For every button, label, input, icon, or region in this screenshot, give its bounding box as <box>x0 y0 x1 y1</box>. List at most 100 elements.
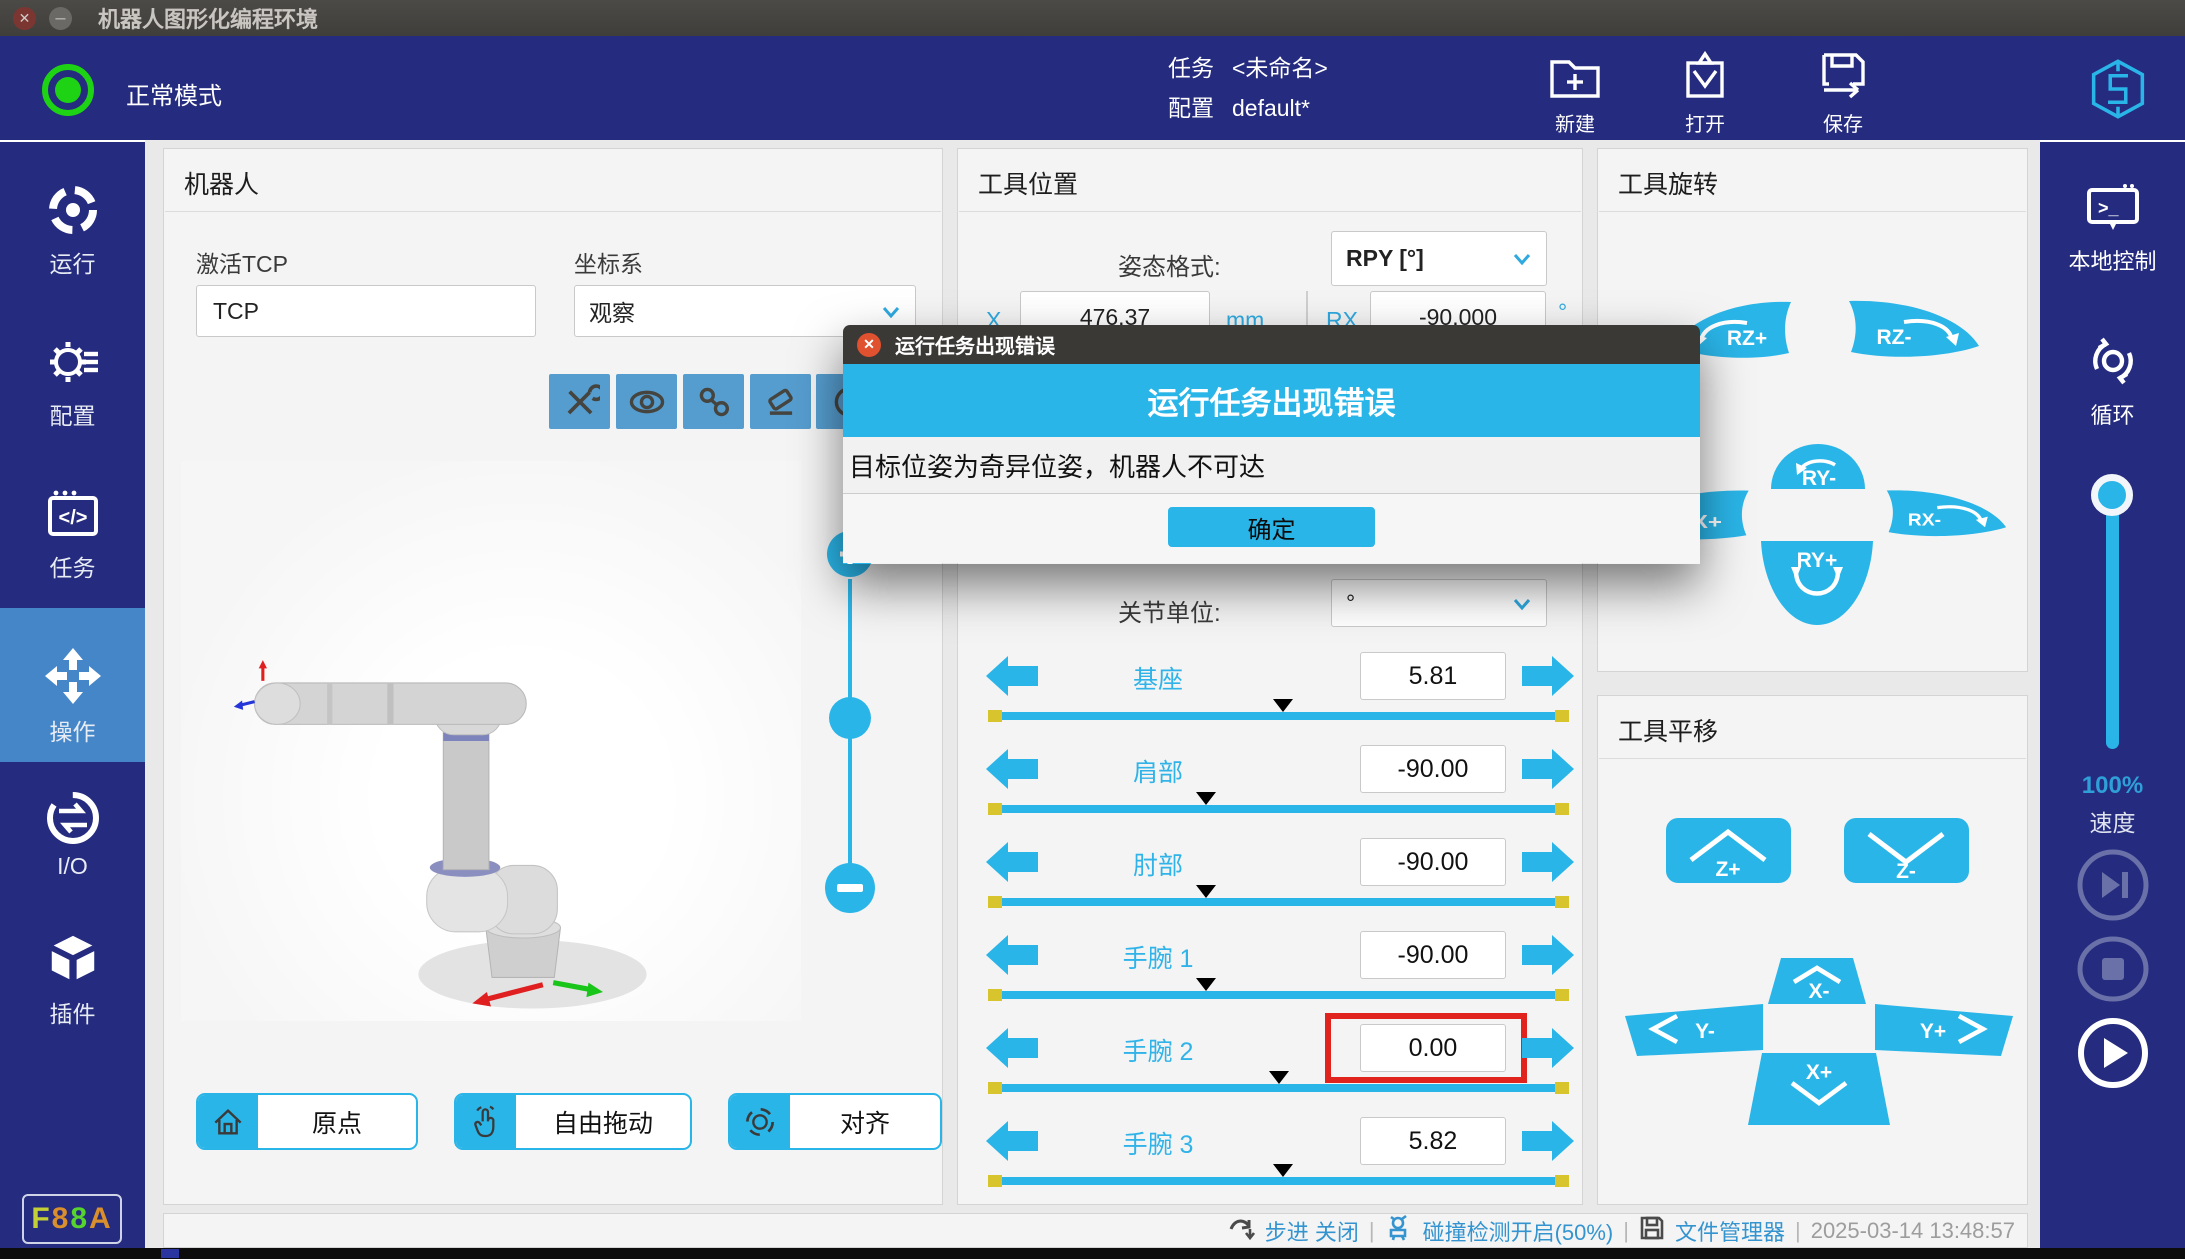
chevron-down-icon <box>1512 245 1532 272</box>
gear-icon <box>0 334 145 390</box>
home-button[interactable]: 原点 <box>196 1093 418 1150</box>
joint-unit-label: 关节单位: <box>1118 593 1221 628</box>
file-manager-link[interactable]: 文件管理器 <box>1675 1215 1785 1247</box>
dialog-message: 目标位姿为奇异位姿，机器人不可达 <box>843 437 1700 494</box>
bottom-strip <box>0 1248 2185 1259</box>
joint-increase-button[interactable] <box>1520 1026 1576 1070</box>
pose-format-select[interactable]: RPY [°] <box>1331 231 1547 286</box>
zoom-out-button[interactable] <box>825 863 875 913</box>
cube-icon <box>0 930 145 988</box>
tool-rotate-title: 工具旋转 <box>1618 165 1718 201</box>
joint-name: 肩部 <box>1058 753 1258 789</box>
dialog-ok-button[interactable]: 确定 <box>1168 507 1375 547</box>
speed-percent: 100% <box>2040 772 2185 800</box>
sidebar-item-task[interactable]: </> 任务 <box>0 488 145 583</box>
svg-text:Z+: Z+ <box>1715 858 1740 881</box>
translate-y-plus-button[interactable]: Y+ <box>1871 1002 2017 1063</box>
step-status[interactable]: 步进 关闭 <box>1265 1215 1359 1247</box>
sidebar-item-config[interactable]: 配置 <box>0 334 145 431</box>
view-visibility-button[interactable] <box>616 374 677 429</box>
joint-decrease-button[interactable] <box>984 933 1040 977</box>
joint-decrease-button[interactable] <box>984 1026 1040 1070</box>
joint-row-wrist1: 手腕 1 -90.00 <box>958 931 1582 1023</box>
joint-increase-button[interactable] <box>1520 1119 1576 1163</box>
step-forward-button[interactable] <box>2076 848 2150 922</box>
joint-slider[interactable] <box>988 1084 1569 1092</box>
play-button[interactable] <box>2076 1016 2150 1090</box>
collision-status[interactable]: 碰撞检测开启(50%) <box>1423 1215 1614 1247</box>
dialog-close-icon[interactable]: ✕ <box>857 333 881 357</box>
joint-increase-button[interactable] <box>1520 654 1576 698</box>
joint-slider[interactable] <box>988 991 1569 999</box>
translate-z-minus-button[interactable]: Z- <box>1844 818 1969 888</box>
app-header: 正常模式 任务 <未命名> 配置 default* 新建 <box>0 36 2185 140</box>
joint-slider[interactable] <box>988 805 1569 813</box>
translate-x-plus-button[interactable]: X+ <box>1746 1051 1892 1132</box>
brand-logo-icon <box>2086 58 2150 125</box>
rotate-ry-minus-button[interactable]: RY- <box>1769 443 1867 495</box>
joint-decrease-button[interactable] <box>984 840 1040 884</box>
active-tcp-input[interactable]: TCP <box>196 285 536 337</box>
joint-unit-select[interactable]: ° <box>1331 579 1547 627</box>
io-exchange-icon <box>0 790 145 846</box>
free-drag-button[interactable]: 自由拖动 <box>454 1093 692 1150</box>
joint-increase-button[interactable] <box>1520 933 1576 977</box>
joint-value-input[interactable]: -90.00 <box>1360 838 1506 886</box>
joint-name: 手腕 3 <box>1058 1125 1258 1161</box>
loop-button[interactable]: 循环 <box>2040 332 2185 430</box>
joint-value-input[interactable]: 5.82 <box>1360 1117 1506 1165</box>
view-eraser-button[interactable] <box>750 374 811 429</box>
sidebar-item-run[interactable]: 运行 <box>0 182 145 279</box>
hand-drag-icon <box>456 1095 516 1148</box>
stop-button[interactable] <box>2076 932 2150 1006</box>
joint-value-input[interactable]: 0.00 <box>1360 1024 1506 1072</box>
joint-value-input[interactable]: 5.81 <box>1360 652 1506 700</box>
zoom-slider-knob[interactable] <box>829 697 871 739</box>
rotate-rz-minus-button[interactable]: RZ- <box>1846 298 1981 369</box>
step-icon <box>1229 1215 1255 1247</box>
open-button[interactable]: 打开 <box>1650 50 1760 137</box>
joint-increase-button[interactable] <box>1520 747 1576 791</box>
sidebar-item-operate[interactable]: 操作 <box>0 608 145 762</box>
robot-3d-viewport[interactable] <box>181 461 801 1021</box>
window-close-button[interactable]: ✕ <box>13 7 36 30</box>
joint-increase-button[interactable] <box>1520 840 1576 884</box>
task-label: 任务 <box>1168 48 1214 88</box>
joint-decrease-button[interactable] <box>984 1119 1040 1163</box>
window-minimize-button[interactable]: ─ <box>49 7 72 30</box>
robot-programming-environment: ✕ ─ 机器人图形化编程环境 正常模式 任务 <未命名> 配置 default* <box>0 0 2185 1259</box>
joint-value-input[interactable]: -90.00 <box>1360 931 1506 979</box>
align-button[interactable]: 对齐 <box>728 1093 942 1150</box>
mode-label: 正常模式 <box>126 76 222 111</box>
view-link-button[interactable] <box>683 374 744 429</box>
joint-decrease-button[interactable] <box>984 747 1040 791</box>
speed-slider-knob[interactable] <box>2091 474 2133 516</box>
svg-text:X-: X- <box>1809 980 1830 1003</box>
save-button[interactable]: 保存 <box>1788 50 1898 137</box>
joint-decrease-button[interactable] <box>984 654 1040 698</box>
view-tools-button[interactable] <box>549 374 610 429</box>
svg-text:X+: X+ <box>1806 1061 1832 1084</box>
task-value: <未命名> <box>1232 48 1328 88</box>
window-titlebar: ✕ ─ 机器人图形化编程环境 <box>0 0 2185 36</box>
local-control-button[interactable]: >_ 本地控制 <box>2040 182 2185 276</box>
rotate-rx-minus-button[interactable]: RX- <box>1884 488 2008 547</box>
rotate-ry-plus-button[interactable]: RY+ <box>1758 539 1876 632</box>
joint-name: 手腕 2 <box>1058 1032 1258 1068</box>
new-button[interactable]: 新建 <box>1520 50 1630 137</box>
sidebar-item-plugin[interactable]: 插件 <box>0 930 145 1029</box>
speed-slider[interactable] <box>2106 495 2119 749</box>
joint-value-input[interactable]: -90.00 <box>1360 745 1506 793</box>
status-bar: 步进 关闭 | 碰撞检测开启(50%) | 文件管理器 | 2025-03-14… <box>163 1213 2028 1248</box>
config-value: default* <box>1232 88 1310 128</box>
svg-text:RZ+: RZ+ <box>1727 327 1767 350</box>
collision-robot-icon <box>1385 1214 1413 1248</box>
translate-z-plus-button[interactable]: Z+ <box>1666 818 1791 888</box>
tool-translate-title: 工具平移 <box>1618 712 1718 748</box>
joint-slider[interactable] <box>988 1177 1569 1185</box>
translate-x-minus-button[interactable]: X- <box>1766 956 1868 1011</box>
joint-slider[interactable] <box>988 898 1569 906</box>
sidebar-item-io[interactable]: I/O <box>0 790 145 880</box>
joint-slider[interactable] <box>988 712 1569 720</box>
dialog-footer: 确定 <box>843 494 1700 563</box>
